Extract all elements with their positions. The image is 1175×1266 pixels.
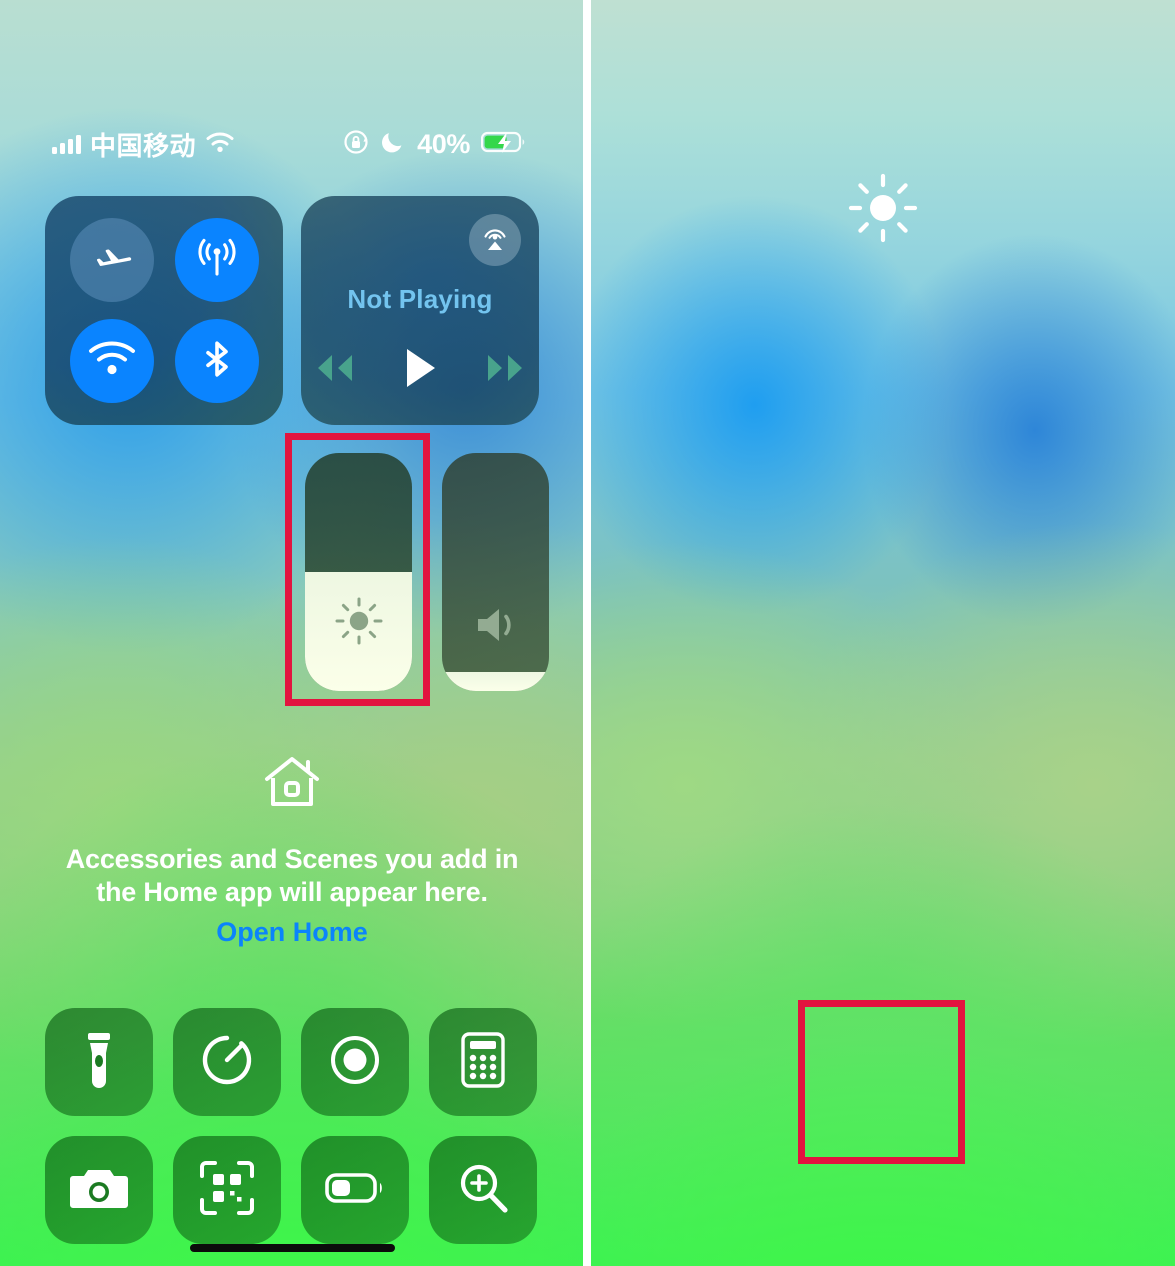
flashlight-button[interactable] <box>45 1008 153 1116</box>
qr-scanner-icon <box>198 1159 256 1222</box>
now-playing-module[interactable]: Not Playing <box>301 196 539 425</box>
connectivity-module[interactable] <box>45 196 283 425</box>
timer-icon <box>199 1032 255 1093</box>
flashlight-icon <box>75 1030 123 1095</box>
magnifier-button[interactable] <box>429 1136 537 1244</box>
status-bar: 中国移动 40% <box>0 126 583 162</box>
brightness-sun-icon <box>305 593 412 649</box>
home-card-message: Accessories and Scenes you add in the Ho… <box>65 844 519 907</box>
bluetooth-button[interactable] <box>174 318 259 403</box>
magnifier-icon <box>455 1160 511 1221</box>
airplay-button[interactable] <box>469 214 521 266</box>
rotation-lock-icon <box>343 129 369 160</box>
wifi-button[interactable] <box>69 318 154 403</box>
fast-forward-icon[interactable] <box>483 351 531 390</box>
volume-slider-fill <box>442 671 549 691</box>
wifi-icon <box>205 131 235 158</box>
play-icon[interactable] <box>401 346 439 395</box>
calculator-button[interactable] <box>429 1008 537 1116</box>
rewind-icon[interactable] <box>309 351 357 390</box>
airplane-icon <box>88 234 136 287</box>
now-playing-title: Not Playing <box>347 284 493 314</box>
code-scanner-button[interactable] <box>173 1136 281 1244</box>
home-house-icon <box>261 752 323 819</box>
screen-record-icon <box>327 1032 383 1093</box>
screen-record-button[interactable] <box>301 1008 409 1116</box>
panel-divider <box>583 0 591 1266</box>
brightness-detail-screen: Dark Mode Off Night Shift Off <box>591 0 1175 1266</box>
airplay-audio-icon <box>478 221 512 260</box>
open-home-link[interactable]: Open Home <box>216 917 368 948</box>
cellular-data-button[interactable] <box>174 218 259 303</box>
now-playing-controls <box>301 346 539 395</box>
battery-percent-label: 40% <box>417 128 470 159</box>
status-bar-right: 40% <box>343 129 527 160</box>
utility-grid <box>45 1008 539 1248</box>
moon-icon <box>380 129 406 160</box>
volume-slider-track <box>442 453 549 691</box>
status-bar-left: 中国移动 <box>52 126 235 163</box>
brightness-sun-icon <box>591 170 1175 246</box>
cellular-signal-icon <box>52 134 81 154</box>
carrier-label: 中国移动 <box>90 130 197 161</box>
camera-icon <box>69 1164 129 1217</box>
low-power-mode-button[interactable] <box>301 1136 409 1244</box>
timer-button[interactable] <box>173 1008 281 1116</box>
control-center-screen: 中国移动 40% Not Playing Accessories and Sce… <box>0 0 583 1266</box>
connectivity-grid <box>45 196 283 425</box>
home-indicator <box>190 1244 395 1252</box>
battery-charging-icon <box>480 130 527 159</box>
home-card: Accessories and Scenes you add in the Ho… <box>45 720 539 970</box>
brightness-slider[interactable] <box>305 453 412 691</box>
airplane-mode-button[interactable] <box>69 218 154 303</box>
wifi-icon <box>87 338 137 383</box>
camera-button[interactable] <box>45 1136 153 1244</box>
volume-slider[interactable] <box>442 453 549 691</box>
screenshot-root: 中国移动 40% Not Playing Accessories and Sce… <box>0 0 1175 1266</box>
calculator-icon <box>461 1031 505 1093</box>
speaker-icon <box>442 601 549 649</box>
battery-icon <box>325 1171 385 1210</box>
cellular-data-icon <box>192 233 242 288</box>
bluetooth-icon <box>194 332 240 389</box>
